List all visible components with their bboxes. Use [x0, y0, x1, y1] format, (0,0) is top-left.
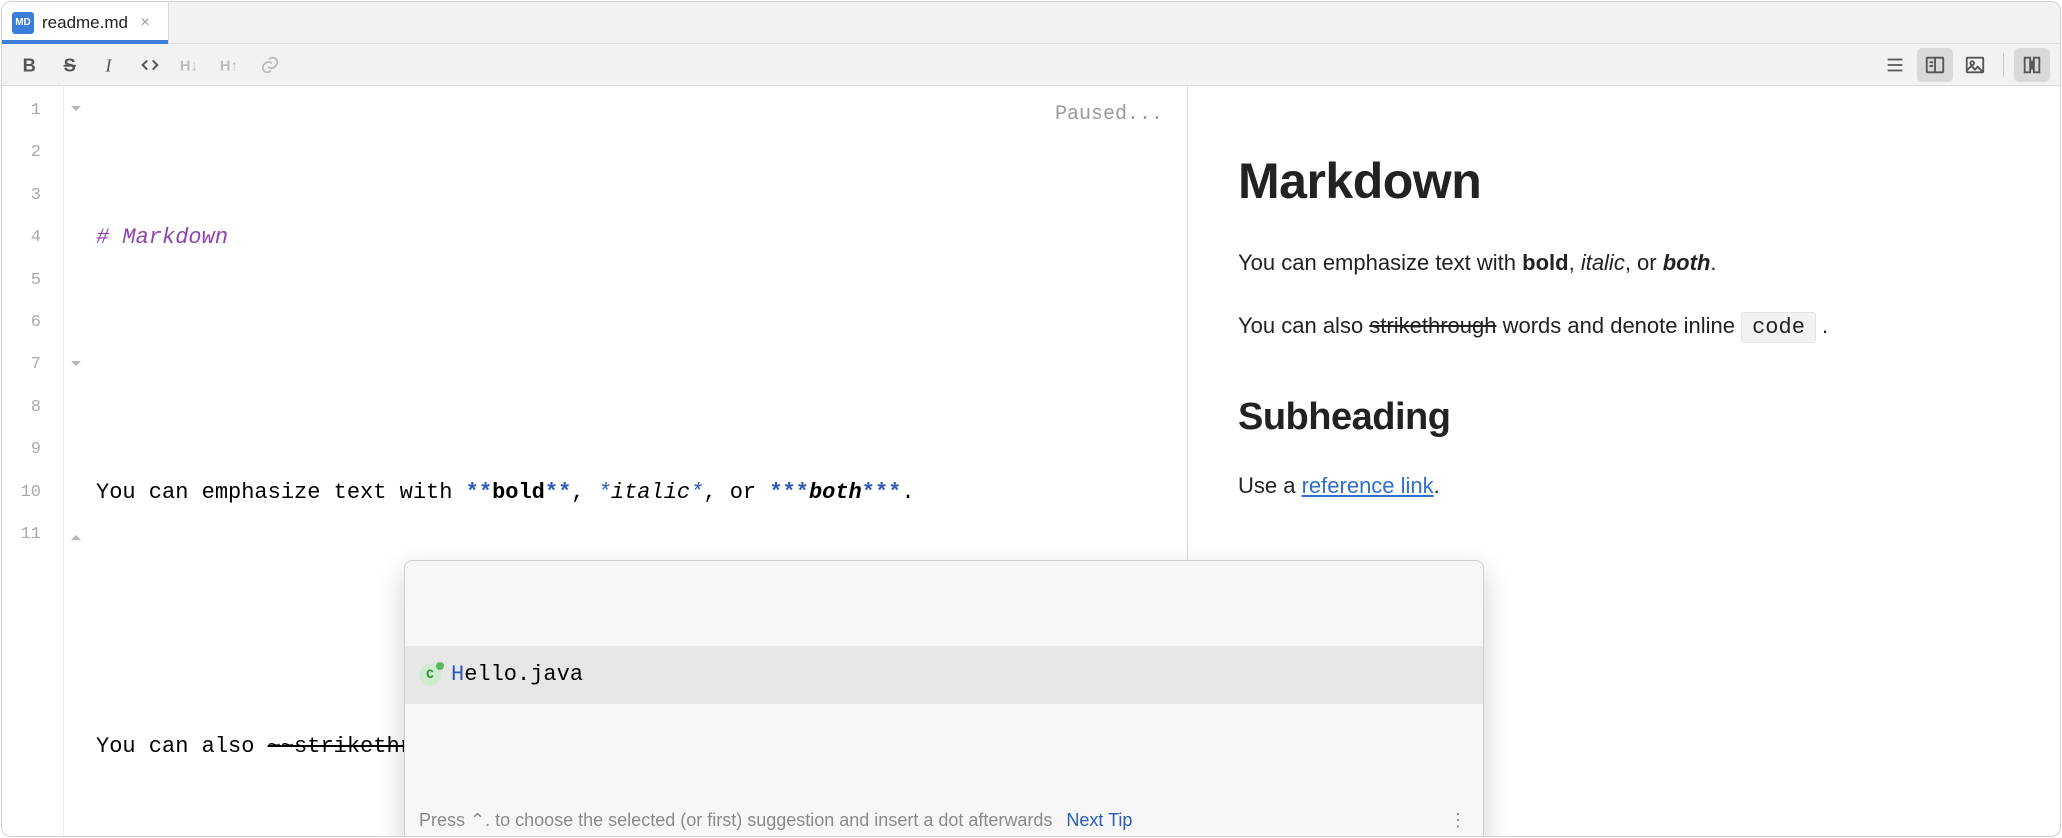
link-button[interactable]	[252, 48, 288, 82]
tab-bar: MD readme.md ×	[2, 2, 2060, 44]
completion-popup: C Hello.java Press ⌃. to choose the sele…	[404, 560, 1484, 837]
more-icon[interactable]: ⋮	[1449, 799, 1469, 837]
file-tab[interactable]: MD readme.md ×	[2, 2, 169, 43]
preview-paragraph: Use a reference link.	[1238, 469, 2010, 502]
completion-hint: Press ⌃. to choose the selected (or firs…	[405, 789, 1483, 837]
scroll-sync-button[interactable]	[2014, 48, 2050, 82]
markdown-file-icon: MD	[12, 12, 34, 34]
fold-column	[64, 86, 88, 836]
close-icon[interactable]: ×	[136, 14, 154, 32]
editor-pane[interactable]: 1234567891011 Paused... # Markdown You c…	[2, 86, 1188, 836]
preview-link[interactable]: reference link	[1302, 473, 1434, 498]
view-preview-button[interactable]	[1957, 48, 1993, 82]
completion-item[interactable]: C Hello.java	[405, 646, 1483, 704]
strikethrough-button[interactable]: S	[52, 48, 88, 82]
line-gutter: 1234567891011	[2, 86, 64, 836]
view-split-button[interactable]	[1917, 48, 1953, 82]
code-button[interactable]	[132, 48, 168, 82]
fold-marker-icon[interactable]	[70, 105, 82, 117]
preview-paragraph: You can emphasize text with bold, italic…	[1238, 246, 2010, 279]
svg-text:H↑: H↑	[220, 58, 238, 74]
toolbar-separator	[2003, 53, 2004, 77]
preview-h2: Subheading	[1238, 396, 2010, 439]
preview-paragraph: You can also strikethrough words and den…	[1238, 309, 2010, 344]
svg-text:H↓: H↓	[180, 58, 198, 74]
svg-text:S: S	[64, 54, 76, 75]
tab-filename: readme.md	[42, 13, 128, 33]
fold-end-icon[interactable]	[70, 529, 82, 541]
next-tip-link[interactable]: Next Tip	[1066, 799, 1132, 837]
svg-text:B: B	[23, 54, 36, 75]
class-file-icon: C	[419, 664, 441, 686]
code-area[interactable]: Paused... # Markdown You can emphasize t…	[88, 86, 1187, 836]
heading-up-button[interactable]: H↑	[212, 48, 248, 82]
italic-button[interactable]: I	[92, 48, 128, 82]
heading-down-button[interactable]: H↓	[172, 48, 208, 82]
format-toolbar: B S I H↓ H↑	[2, 44, 2060, 86]
view-source-button[interactable]	[1877, 48, 1913, 82]
preview-h1: Markdown	[1238, 152, 2010, 210]
bold-button[interactable]: B	[12, 48, 48, 82]
svg-text:I: I	[104, 55, 112, 75]
status-paused: Paused...	[1055, 94, 1163, 136]
fold-marker-icon[interactable]	[70, 360, 82, 372]
